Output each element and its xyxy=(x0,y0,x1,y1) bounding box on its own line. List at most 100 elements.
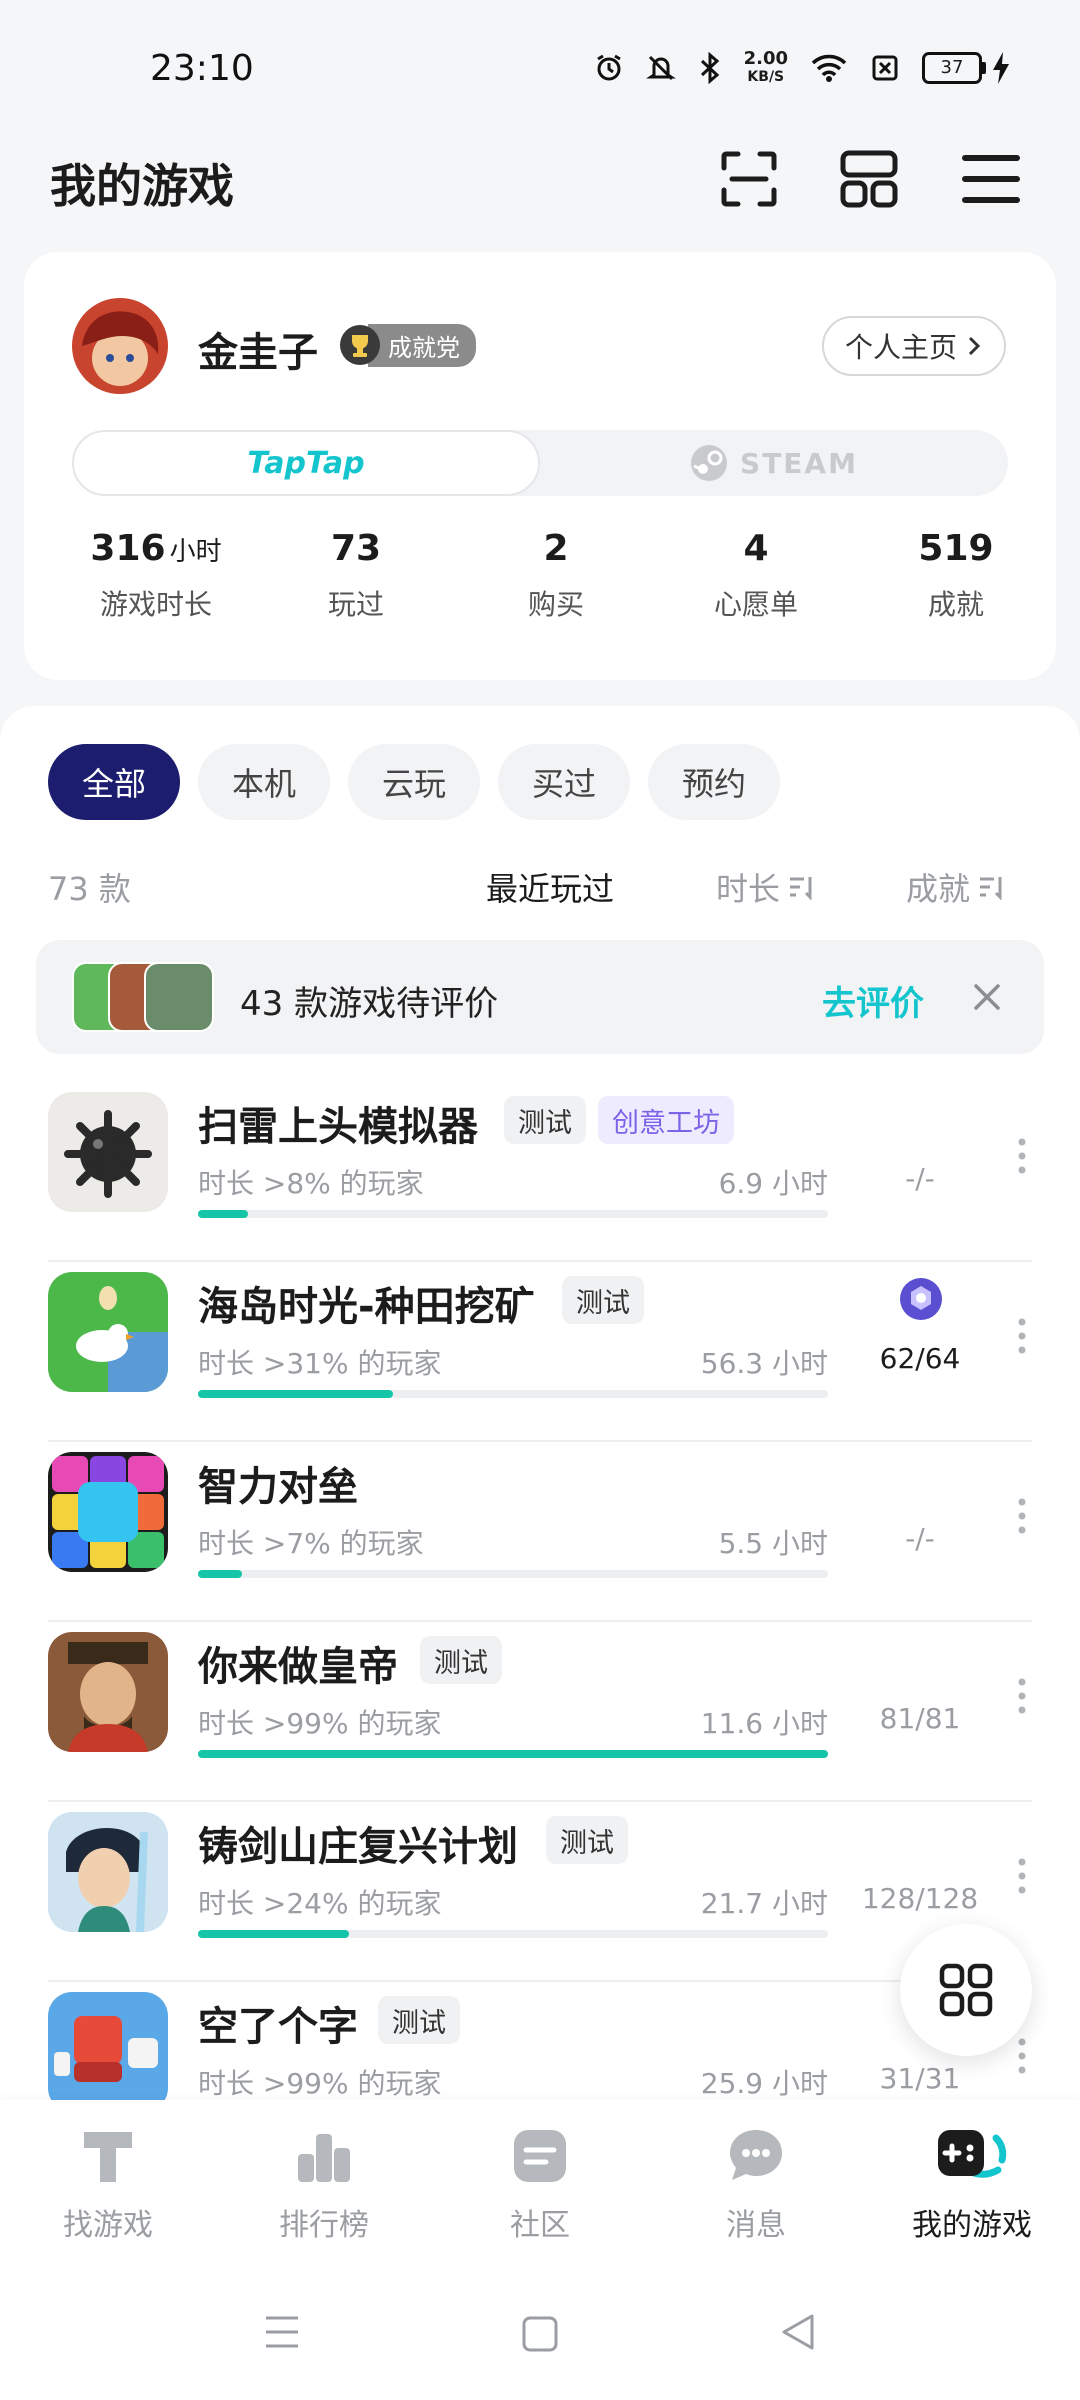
game-name: 海岛时光-种田挖矿 xyxy=(198,1284,535,1330)
recent-apps-icon[interactable] xyxy=(262,2314,302,2350)
game-icon-minesweeper xyxy=(48,1092,168,1212)
playtime-percentile: 时长 >8% 的玩家 xyxy=(198,1167,424,1200)
more-options-icon[interactable] xyxy=(1016,1856,1028,1896)
achievement-count: 31/31 xyxy=(879,2062,961,2095)
game-name: 空了个字 xyxy=(198,2004,358,2050)
playtime-hours: 56.3 小时 xyxy=(700,1347,828,1380)
stat-played[interactable]: 73 玩过 xyxy=(256,528,456,623)
stat-achievements[interactable]: 519 成就 xyxy=(856,528,1056,623)
more-options-icon[interactable] xyxy=(1016,2036,1028,2076)
sort-recent[interactable]: 最近玩过 xyxy=(486,864,614,910)
layout-icon[interactable] xyxy=(838,148,900,210)
achievement-count: 62/64 xyxy=(879,1342,961,1375)
filter-reserved[interactable]: 预约 xyxy=(648,744,780,820)
wifi-icon xyxy=(811,54,847,82)
tag-test: 测试 xyxy=(562,1276,644,1324)
community-icon xyxy=(514,2130,566,2182)
tag-test: 测试 xyxy=(546,1816,628,1864)
nav-rankings[interactable]: 排行榜 xyxy=(244,2124,404,2244)
achievement-count: -/- xyxy=(905,1522,935,1555)
profile-home-button[interactable]: 个人主页 xyxy=(822,316,1006,376)
filter-purchased[interactable]: 买过 xyxy=(498,744,630,820)
playtime-hours: 5.5 小时 xyxy=(718,1527,828,1560)
playtime-percentile: 时长 >24% 的玩家 xyxy=(198,1887,442,1920)
scan-icon[interactable] xyxy=(718,148,780,210)
sim-off-icon xyxy=(872,55,898,81)
charging-icon xyxy=(993,52,1009,84)
home-icon[interactable] xyxy=(520,2314,560,2354)
more-options-icon[interactable] xyxy=(1016,1676,1028,1716)
tag-workshop: 创意工坊 xyxy=(598,1096,734,1144)
sort-duration[interactable]: 时长 xyxy=(716,864,816,910)
game-name: 扫雷上头模拟器 xyxy=(198,1104,478,1150)
filter-cloud[interactable]: 云玩 xyxy=(348,744,480,820)
tag-test: 测试 xyxy=(378,1996,460,2044)
game-name: 智力对垒 xyxy=(198,1464,358,1510)
tag-test: 测试 xyxy=(504,1096,586,1144)
menu-icon[interactable] xyxy=(960,148,1022,210)
playtime-progress-bar xyxy=(198,1390,828,1398)
platform-tab-taptap[interactable]: TapTap xyxy=(72,430,540,496)
more-options-icon[interactable] xyxy=(1016,1316,1028,1356)
gamepad-icon xyxy=(938,2130,1007,2178)
game-row[interactable]: 海岛时光-种田挖矿 测试 时长 >31% 的玩家 56.3 小时 62/64 xyxy=(0,1262,1080,1442)
playtime-hours: 6.9 小时 xyxy=(718,1167,828,1200)
review-pending-text: 43 款游戏待评价 xyxy=(240,984,499,1024)
grid-icon xyxy=(939,1963,993,2017)
review-game-thumbnails xyxy=(72,962,222,1032)
app-grid-fab[interactable] xyxy=(900,1924,1032,2056)
chevron-right-icon xyxy=(968,336,981,356)
game-icon-empty-word xyxy=(48,1992,168,2100)
nav-messages[interactable]: 消息 xyxy=(676,2124,836,2244)
playtime-progress-bar xyxy=(198,1930,828,1938)
achievement-badge: 成就党 xyxy=(340,323,476,367)
back-icon[interactable] xyxy=(778,2312,818,2352)
go-review-link[interactable]: 去评价 xyxy=(822,976,924,1025)
game-row[interactable]: 你来做皇帝 测试 时长 >99% 的玩家 11.6 小时 81/81 xyxy=(0,1622,1080,1802)
platform-tab-steam[interactable]: STEAM xyxy=(540,430,1008,496)
stat-playtime[interactable]: 316 小时 游戏时长 xyxy=(56,528,256,623)
playtime-hours: 25.9 小时 xyxy=(700,2067,828,2100)
status-icons: 2.00 KB/S 37 xyxy=(594,50,1010,86)
game-icon-sword-manor xyxy=(48,1812,168,1932)
battery-icon: 37 xyxy=(922,52,986,84)
game-name: 你来做皇帝 xyxy=(198,1644,398,1690)
game-name: 铸剑山庄复兴计划 xyxy=(198,1824,518,1870)
steam-icon xyxy=(691,445,728,481)
filter-local[interactable]: 本机 xyxy=(198,744,330,820)
sort-achievements[interactable]: 成就 xyxy=(906,864,1006,910)
taptap-logo-icon xyxy=(84,2132,132,2182)
more-options-icon[interactable] xyxy=(1016,1496,1028,1536)
game-thumbnail xyxy=(144,962,214,1032)
username: 金圭子 xyxy=(198,330,318,376)
rankings-icon xyxy=(298,2134,350,2182)
filter-all[interactable]: 全部 xyxy=(48,744,180,820)
stat-wishlist[interactable]: 4 心愿单 xyxy=(656,528,856,623)
mute-icon xyxy=(645,55,676,81)
alarm-icon xyxy=(596,54,621,81)
game-icon-island-time xyxy=(48,1272,168,1392)
sort-icon xyxy=(980,877,1002,900)
nav-my-games[interactable]: 我的游戏 xyxy=(892,2124,1052,2244)
medal-icon xyxy=(340,325,380,365)
playtime-percentile: 时长 >7% 的玩家 xyxy=(198,1527,424,1560)
playtime-progress-bar xyxy=(198,1210,828,1218)
achievement-trophy-icon xyxy=(900,1278,942,1320)
page-title: 我的游戏 xyxy=(50,159,234,213)
achievement-count: -/- xyxy=(905,1162,935,1195)
tag-test: 测试 xyxy=(420,1636,502,1684)
nav-find-games[interactable]: 找游戏 xyxy=(28,2124,188,2244)
more-options-icon[interactable] xyxy=(1016,1136,1028,1176)
achievement-count: 81/81 xyxy=(879,1702,961,1735)
game-row[interactable]: 智力对垒 时长 >7% 的玩家 5.5 小时 -/- xyxy=(0,1442,1080,1622)
nav-community[interactable]: 社区 xyxy=(460,2124,620,2244)
bluetooth-icon xyxy=(700,52,719,84)
stat-purchased[interactable]: 2 购买 xyxy=(456,528,656,623)
avatar[interactable] xyxy=(72,298,168,394)
game-icon-brain-battle xyxy=(48,1452,168,1572)
playtime-hours: 21.7 小时 xyxy=(700,1887,828,1920)
game-row[interactable]: 扫雷上头模拟器 测试 创意工坊 时长 >8% 的玩家 6.9 小时 -/- xyxy=(0,1082,1080,1262)
sort-icon xyxy=(790,877,812,900)
playtime-progress-bar xyxy=(198,1570,828,1578)
close-icon[interactable] xyxy=(970,980,1004,1014)
